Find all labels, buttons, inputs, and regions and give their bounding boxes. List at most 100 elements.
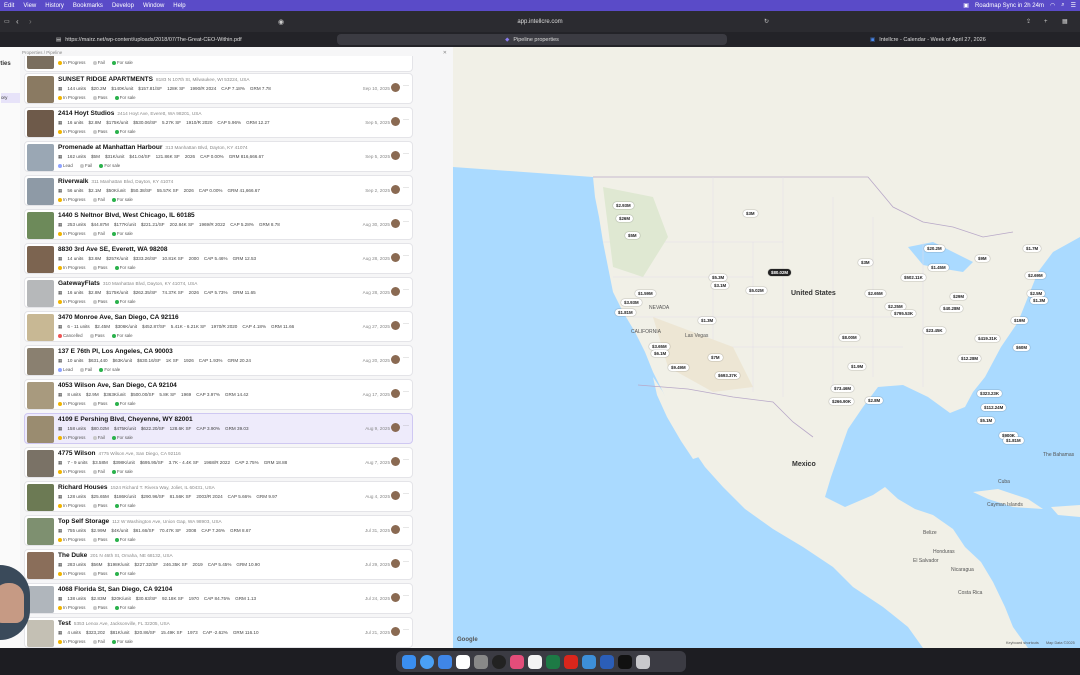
- map-price-pin[interactable]: $1.81M: [615, 309, 636, 316]
- property-title[interactable]: 4775 Wilson 4775 Wilson Ave, San Diego, C…: [58, 450, 181, 457]
- map-price-pin[interactable]: $12.28M: [958, 355, 982, 362]
- forward-icon[interactable]: ›: [29, 17, 32, 26]
- outcome-chip[interactable]: Fail: [80, 367, 92, 372]
- dock-acrobat-icon[interactable]: [564, 654, 578, 669]
- map-price-pin[interactable]: $693.37K: [715, 372, 741, 379]
- map-price-pin[interactable]: $2.25M: [885, 303, 906, 310]
- outcome-chip[interactable]: Fail: [80, 163, 92, 168]
- more-options-icon[interactable]: ···: [403, 627, 409, 633]
- property-title[interactable]: 4053 Wilson Ave, San Diego, CA 92104: [58, 382, 180, 389]
- owner-avatar[interactable]: [391, 321, 400, 330]
- reload-icon[interactable]: ↻: [764, 18, 769, 25]
- wifi-icon[interactable]: ◠: [1050, 2, 1055, 9]
- property-card[interactable]: The Duke 201 N 46th St, Omaha, NE 68132, …: [24, 549, 413, 580]
- property-map[interactable]: United States Mexico Cuba The Bahamas CA…: [453, 47, 1080, 648]
- owner-avatar[interactable]: [391, 525, 400, 534]
- property-title[interactable]: GatewayFlats 310 Manhattan Blvd, Dayton, …: [58, 280, 197, 287]
- outcome-chip[interactable]: Pass: [92, 605, 107, 610]
- property-card[interactable]: SUNSET RIDGE APARTMENTS 8183 N 107th St, …: [24, 73, 413, 104]
- calendar-icon[interactable]: ▣: [963, 2, 969, 9]
- menu-item-bookmarks[interactable]: Bookmarks: [73, 3, 103, 9]
- map-price-pin[interactable]: $5M: [625, 232, 640, 239]
- property-card[interactable]: 4068 Florida St, San Diego, CA 92104 ▦ 13…: [24, 583, 413, 614]
- status-chip[interactable]: In Progress: [58, 401, 85, 406]
- owner-avatar[interactable]: [391, 389, 400, 398]
- property-card[interactable]: 2414 Hoyt Studios 2414 Hoyt Ave, Everett,…: [24, 107, 413, 138]
- property-title[interactable]: 1440 S Neltnor Blvd, West Chicago, IL 60…: [58, 212, 198, 219]
- property-title[interactable]: SUNSET RIDGE APARTMENTS 8183 N 107th St, …: [58, 76, 250, 83]
- status-chip[interactable]: Lead: [58, 163, 73, 168]
- new-tab-icon[interactable]: +: [1044, 19, 1048, 25]
- owner-avatar[interactable]: [391, 423, 400, 432]
- more-options-icon[interactable]: ···: [403, 253, 409, 259]
- map-price-pin[interactable]: $2.93M: [613, 202, 634, 209]
- map-price-pin[interactable]: $40.28M: [940, 305, 964, 312]
- owner-avatar[interactable]: [391, 253, 400, 262]
- sale-chip[interactable]: For sale: [114, 129, 136, 134]
- property-title[interactable]: Top Self Storage 112 W Washington Ave, Un…: [58, 518, 222, 525]
- outcome-chip[interactable]: Fail: [92, 469, 105, 474]
- property-card[interactable]: 4109 E Pershing Blvd, Cheyenne, WY 82001…: [24, 413, 413, 444]
- share-icon[interactable]: ⇪: [1026, 18, 1031, 25]
- more-options-icon[interactable]: ···: [403, 423, 409, 429]
- map-price-pin[interactable]: $9M: [975, 255, 990, 262]
- dock-safari-icon[interactable]: [420, 654, 434, 669]
- tab-ceo-pdf[interactable]: ▤ https://mairz.net/wp-content/uploads/2…: [48, 34, 334, 45]
- outcome-chip[interactable]: Pass: [92, 537, 107, 542]
- status-chip[interactable]: In Progress: [58, 60, 85, 65]
- control-center-icon[interactable]: ☰: [1071, 2, 1076, 9]
- property-card-partial[interactable]: In Progress Fail For sale: [24, 56, 413, 72]
- map-price-pin[interactable]: $3M: [858, 259, 873, 266]
- property-card[interactable]: GatewayFlats 310 Manhattan Blvd, Dayton, …: [24, 277, 413, 308]
- owner-avatar[interactable]: [391, 457, 400, 466]
- map-price-pin[interactable]: $8.00M: [839, 334, 860, 341]
- back-icon[interactable]: ‹: [16, 17, 19, 26]
- outcome-chip[interactable]: Fail: [92, 197, 105, 202]
- sale-chip[interactable]: For sale: [114, 571, 136, 576]
- sale-chip[interactable]: For sale: [112, 231, 133, 236]
- map-price-pin[interactable]: $2.8M: [865, 397, 884, 404]
- map-price-pin[interactable]: $23.45K: [923, 327, 946, 334]
- dock-terminal-icon[interactable]: [618, 654, 632, 669]
- outcome-chip[interactable]: Fail: [92, 435, 105, 440]
- outcome-chip[interactable]: Fail: [92, 231, 105, 236]
- outcome-chip[interactable]: Pass: [92, 401, 107, 406]
- map-price-pin[interactable]: $5.02M: [746, 287, 767, 294]
- sale-chip[interactable]: For sale: [112, 60, 133, 65]
- property-title[interactable]: 4109 E Pershing Blvd, Cheyenne, WY 82001: [58, 416, 196, 423]
- property-title[interactable]: Richard Houses 1524 Richard T. Rivera Way…: [58, 484, 215, 491]
- more-options-icon[interactable]: ···: [403, 525, 409, 531]
- tab-pipeline-properties[interactable]: ◆ Pipeline properties: [337, 34, 727, 45]
- more-options-icon[interactable]: ···: [403, 151, 409, 157]
- more-options-icon[interactable]: ···: [403, 389, 409, 395]
- search-icon[interactable]: ⌕: [1061, 2, 1064, 9]
- dock-trash-icon[interactable]: [636, 654, 650, 669]
- owner-avatar[interactable]: [391, 83, 400, 92]
- sale-chip[interactable]: For sale: [114, 95, 136, 100]
- sale-chip[interactable]: For sale: [112, 469, 133, 474]
- property-title[interactable]: Promenade at Manhattan Harbour 313 Manhat…: [58, 144, 248, 151]
- owner-avatar[interactable]: [391, 151, 400, 160]
- outcome-chip[interactable]: Pass: [92, 95, 107, 100]
- dock-notion-icon[interactable]: [528, 654, 542, 669]
- map-price-pin[interactable]: $19M: [1011, 317, 1028, 324]
- map-price-pin[interactable]: $1.45M: [928, 264, 949, 271]
- dock-calendar-icon[interactable]: [456, 654, 470, 669]
- tab-calendar[interactable]: ▣ Intellcre - Calendar - Week of April 2…: [862, 34, 1072, 45]
- map-price-pin[interactable]: $502.11K: [901, 274, 926, 281]
- menu-item-edit[interactable]: Edit: [4, 3, 14, 9]
- property-title[interactable]: 137 E 76th Pl, Los Angeles, CA 90003: [58, 348, 176, 355]
- roadmap-sync-status[interactable]: Roadmap Sync in 2h 24m: [975, 3, 1044, 9]
- owner-avatar[interactable]: [391, 287, 400, 296]
- property-card[interactable]: Test 5353 Lenox Ave, Jacksonville, FL 322…: [24, 617, 413, 648]
- more-options-icon[interactable]: ···: [403, 491, 409, 497]
- property-title[interactable]: The Duke 201 N 46th St, Omaha, NE 68132, …: [58, 552, 173, 559]
- owner-avatar[interactable]: [391, 559, 400, 568]
- more-options-icon[interactable]: ···: [403, 593, 409, 599]
- status-chip[interactable]: In Progress: [58, 503, 85, 508]
- status-chip[interactable]: In Progress: [58, 469, 85, 474]
- property-card[interactable]: 4053 Wilson Ave, San Diego, CA 92104 ▦ 8 …: [24, 379, 413, 410]
- property-title[interactable]: Riverwalk 311 Manhattan Blvd, Dayton, KY …: [58, 178, 173, 185]
- sidebar-item-history[interactable]: ory: [1, 93, 20, 103]
- status-chip[interactable]: In Progress: [58, 605, 85, 610]
